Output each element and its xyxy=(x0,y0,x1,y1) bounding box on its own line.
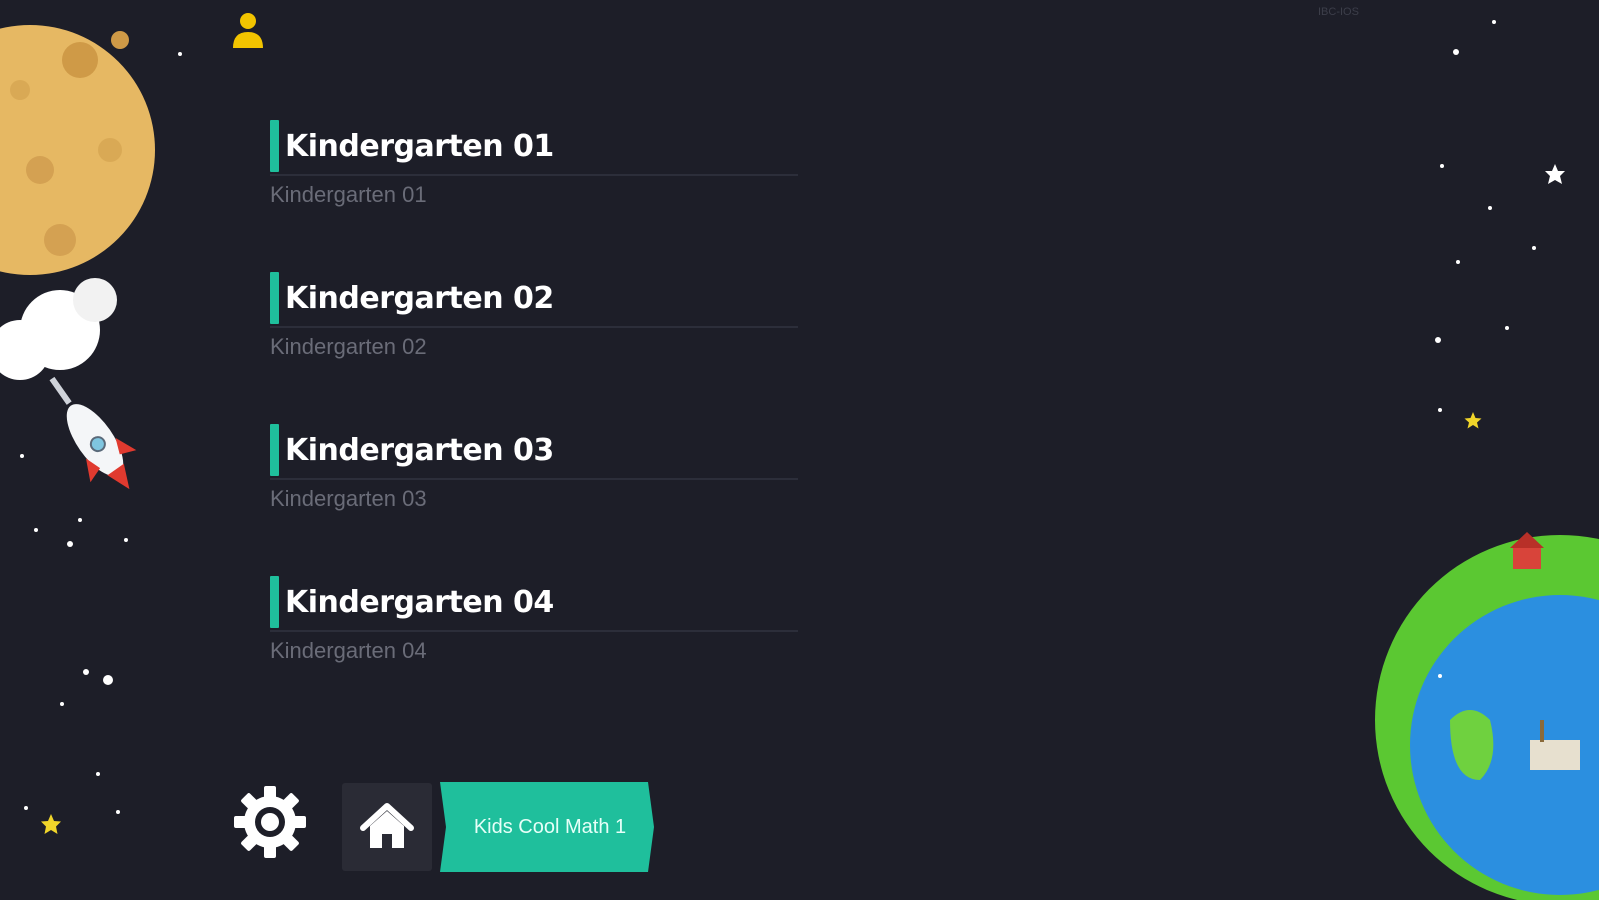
earth-planet-illustration xyxy=(1375,532,1599,900)
app-screen: IBC-IOS Kindergarten 01 Kindergarten 01 … xyxy=(0,0,1599,900)
lesson-item-2[interactable]: Kindergarten 02 Kindergarten 02 xyxy=(270,270,798,422)
rocket-smoke xyxy=(0,278,117,380)
lesson-title-row: Kindergarten 01 xyxy=(270,118,798,176)
moon-planet-illustration xyxy=(0,25,155,275)
lesson-accent-bar xyxy=(270,120,279,172)
lesson-subtitle: Kindergarten 01 xyxy=(270,182,427,207)
lesson-accent-bar xyxy=(270,272,279,324)
lesson-item-1[interactable]: Kindergarten 01 Kindergarten 01 xyxy=(270,118,798,270)
bottom-toolbar: Kids Cool Math 1 xyxy=(232,778,672,874)
rocket-illustration xyxy=(49,376,137,490)
lesson-title: Kindergarten 02 xyxy=(285,280,554,316)
lesson-title-row: Kindergarten 04 xyxy=(270,574,798,632)
lesson-accent-bar xyxy=(270,424,279,476)
lesson-title-row: Kindergarten 02 xyxy=(270,270,798,328)
lesson-title-row: Kindergarten 03 xyxy=(270,422,798,480)
lesson-list: Kindergarten 01 Kindergarten 01 Kinderga… xyxy=(270,118,798,726)
home-icon xyxy=(360,803,414,848)
lesson-title: Kindergarten 04 xyxy=(285,584,554,620)
lesson-subtitle: Kindergarten 02 xyxy=(270,334,427,359)
space-background xyxy=(0,20,1599,900)
build-tag: IBC-IOS xyxy=(1318,6,1359,18)
lesson-title: Kindergarten 01 xyxy=(285,128,554,164)
course-tab[interactable]: Kids Cool Math 1 xyxy=(440,782,660,872)
gear-icon xyxy=(234,786,306,858)
settings-button[interactable] xyxy=(232,784,308,860)
user-icon[interactable] xyxy=(230,10,266,50)
lesson-accent-bar xyxy=(270,576,279,628)
lesson-item-4[interactable]: Kindergarten 04 Kindergarten 04 xyxy=(270,574,798,726)
lesson-item-3[interactable]: Kindergarten 03 Kindergarten 03 xyxy=(270,422,798,574)
course-tab-label: Kids Cool Math 1 xyxy=(473,815,627,838)
lesson-subtitle: Kindergarten 04 xyxy=(270,638,427,663)
lesson-title: Kindergarten 03 xyxy=(285,432,554,468)
home-button[interactable] xyxy=(342,783,432,871)
lesson-subtitle: Kindergarten 03 xyxy=(270,486,427,511)
